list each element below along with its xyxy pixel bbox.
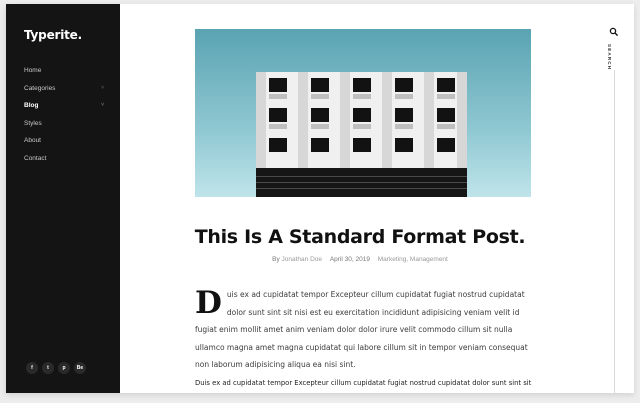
- window-ledge: [269, 124, 287, 129]
- nav-item-label: Blog: [24, 102, 39, 109]
- main-nav: Home Categories ˅ Blog ˅ Styles About Co…: [24, 62, 104, 167]
- window-ledge: [395, 124, 413, 129]
- building-stripe: [256, 182, 467, 183]
- twitter-icon[interactable]: t: [42, 362, 54, 374]
- window: [395, 138, 413, 152]
- building-stripe: [256, 188, 467, 189]
- nav-item-label: Home: [24, 67, 42, 74]
- drop-cap: D: [195, 285, 222, 321]
- nav-item-label: About: [24, 137, 41, 144]
- nav-item-contact[interactable]: Contact: [24, 150, 104, 168]
- window-ledge: [269, 94, 287, 99]
- chevron-down-icon: ˅: [101, 84, 104, 91]
- window: [395, 108, 413, 122]
- window: [311, 78, 329, 92]
- window: [311, 108, 329, 122]
- building-column: [340, 72, 350, 168]
- building-stripe: [256, 176, 467, 177]
- nav-item-label: Styles: [24, 119, 42, 127]
- building-column: [457, 72, 467, 168]
- post-paragraph: Duis ex ad cupidatat tempor Excepteur ci…: [195, 286, 540, 374]
- window-ledge: [353, 124, 371, 129]
- post-paragraph-2: Duis ex ad cupidatat tempor Excepteur ci…: [195, 379, 532, 387]
- window: [353, 78, 371, 92]
- building-illustration: [256, 72, 467, 197]
- search-rail: SEARCH: [600, 4, 634, 393]
- search-icon[interactable]: [609, 27, 619, 37]
- main-content: This Is A Standard Format Post. By Jonat…: [120, 4, 600, 393]
- nav-item-about[interactable]: About: [24, 132, 104, 150]
- post-meta: By Jonathan Doe April 30, 2019 Marketing…: [120, 256, 600, 263]
- post-categories[interactable]: Marketing, Management: [378, 256, 448, 263]
- pinterest-icon[interactable]: p: [58, 362, 70, 374]
- behance-icon[interactable]: Be: [74, 362, 86, 374]
- window-ledge: [395, 94, 413, 99]
- facebook-icon[interactable]: f: [26, 362, 38, 374]
- page-frame: Typerite. Home Categories ˅ Blog ˅ Style…: [6, 4, 634, 393]
- window-ledge: [353, 94, 371, 99]
- nav-item-label: Categories: [24, 84, 56, 92]
- chevron-down-icon: ˅: [101, 102, 104, 108]
- window: [269, 108, 287, 122]
- window: [395, 78, 413, 92]
- window: [437, 108, 455, 122]
- building-column: [424, 72, 434, 168]
- window: [353, 108, 371, 122]
- post-title: This Is A Standard Format Post.: [194, 226, 526, 248]
- nav-item-home[interactable]: Home: [24, 62, 104, 80]
- post-date: April 30, 2019: [329, 256, 370, 263]
- window-ledge: [437, 94, 455, 99]
- nav-item-label: Contact: [24, 154, 47, 162]
- social-links: f t p Be: [26, 362, 86, 374]
- search-label[interactable]: SEARCH: [607, 44, 612, 70]
- window-ledge: [437, 124, 455, 129]
- window: [269, 78, 287, 92]
- building-column: [256, 72, 266, 168]
- building-column: [382, 72, 392, 168]
- building-column: [298, 72, 308, 168]
- sidebar: Typerite. Home Categories ˅ Blog ˅ Style…: [6, 4, 120, 393]
- nav-item-categories[interactable]: Categories ˅: [24, 80, 104, 98]
- author-link[interactable]: Jonathan Doe: [282, 256, 322, 263]
- window-ledge: [311, 94, 329, 99]
- window: [437, 138, 455, 152]
- nav-item-blog[interactable]: Blog ˅: [24, 97, 104, 115]
- featured-image: [195, 29, 531, 197]
- window-ledge: [311, 124, 329, 129]
- window: [269, 138, 287, 152]
- rail-divider: [614, 70, 615, 393]
- nav-item-styles[interactable]: Styles: [24, 115, 104, 133]
- meta-by: By Jonathan Doe: [272, 256, 323, 263]
- window: [353, 138, 371, 152]
- window: [311, 138, 329, 152]
- window: [437, 78, 455, 92]
- site-logo[interactable]: Typerite.: [24, 28, 82, 42]
- paragraph-text: uis ex ad cupidatat tempor Excepteur cil…: [195, 290, 528, 369]
